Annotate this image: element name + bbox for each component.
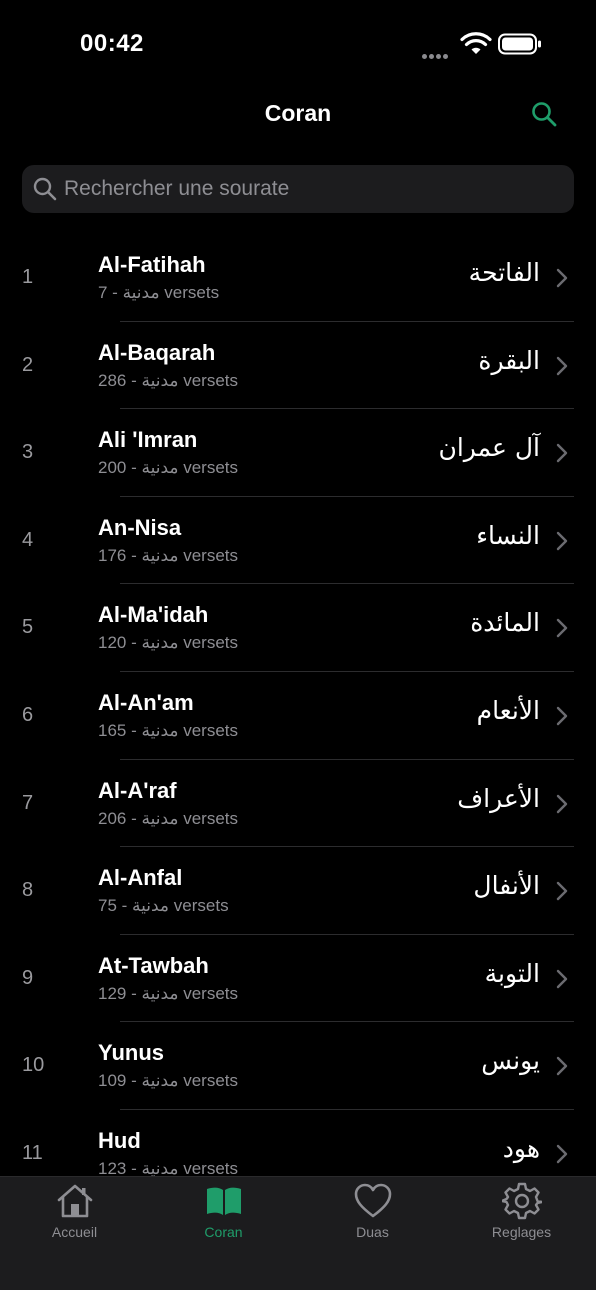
tab-label: Accueil: [51, 1224, 98, 1240]
chevron-right-icon: [556, 1057, 568, 1076]
surah-number: 2: [22, 353, 34, 376]
surah-row[interactable]: 11 Hud 123 - مدنية versets هود: [0, 1110, 596, 1176]
surah-row[interactable]: 3 Ali 'Imran 200 - مدنية versets آل عمران: [0, 409, 596, 497]
tab-bar: Accueil Coran Duas Reglages: [0, 1176, 596, 1290]
tab-coran[interactable]: Coran: [149, 1177, 298, 1290]
surah-name: Al-Anfal: [98, 865, 183, 891]
surah-name: Al-Ma'idah: [98, 602, 209, 628]
surah-verse-count: 109 - مدنية versets: [98, 1071, 239, 1091]
surah-verse-count: 286 - مدنية versets: [98, 370, 239, 390]
chevron-right-icon: [556, 794, 568, 813]
chevron-right-icon: [556, 356, 568, 375]
surah-arabic-name: الأعراف: [457, 783, 540, 813]
surah-row[interactable]: 1 Al-Fatihah 7 - مدنية versets الفاتحة: [0, 234, 596, 322]
chevron-right-icon: [556, 443, 568, 463]
surah-list: 1 Al-Fatihah 7 - مدنية versets الفاتحة 2 Al-B…: [0, 234, 596, 1176]
home-icon: [57, 1184, 92, 1218]
surah-arabic-name: الأنفال: [473, 871, 540, 901]
surah-name: Hud: [98, 1127, 141, 1153]
surah-number: 11: [22, 1141, 43, 1164]
surah-name: Yunus: [98, 1040, 165, 1066]
tab-duas[interactable]: Duas: [298, 1177, 447, 1290]
chevron-right-icon: [556, 268, 568, 288]
tab-reglages[interactable]: Reglages: [447, 1177, 596, 1290]
surah-row[interactable]: 10 Yunus 109 - مدنية versets يونس: [0, 1022, 596, 1110]
wifi-icon: [460, 32, 492, 54]
surah-number: 7: [22, 791, 34, 814]
surah-number: 5: [22, 616, 34, 639]
surah-arabic-name: الفاتحة: [468, 258, 540, 287]
surah-arabic-name: يونس: [481, 1046, 540, 1076]
gear-icon: [501, 1182, 542, 1220]
search-icon[interactable]: [530, 100, 558, 128]
surah-row[interactable]: 2 Al-Baqarah 286 - مدنية versets البقرة: [0, 322, 596, 410]
surah-name: Al-Baqarah: [98, 339, 216, 365]
search-input[interactable]: [64, 177, 574, 201]
status-bar: 00:42: [0, 0, 596, 90]
surah-name: Ali 'Imran: [98, 427, 198, 453]
surah-row[interactable]: 6 Al-An'am 165 - مدنية versets الأنعام: [0, 672, 596, 760]
surah-name: Al-Fatihah: [98, 252, 206, 277]
surah-arabic-name: هود: [502, 1133, 540, 1163]
surah-verse-count: 120 - مدنية versets: [98, 633, 239, 653]
surah-name: At-Tawbah: [98, 952, 209, 978]
surah-row[interactable]: 5 Al-Ma'idah 120 - مدنية versets المائدة: [0, 584, 596, 672]
page-title: Coran: [264, 100, 332, 126]
surah-number: 1: [22, 266, 34, 288]
surah-number: 10: [22, 1054, 45, 1077]
heart-icon: [354, 1183, 391, 1218]
surah-number: 6: [22, 703, 34, 726]
surah-arabic-name: الأنعام: [476, 695, 540, 725]
surah-number: 3: [22, 441, 34, 464]
status-time: 00:42: [80, 30, 144, 57]
chevron-right-icon: [556, 969, 568, 988]
surah-row[interactable]: 7 Al-A'raf 206 - مدنية versets الأعراف: [0, 760, 596, 848]
surah-name: An-Nisa: [98, 514, 182, 540]
surah-verse-count: 206 - مدنية versets: [98, 808, 239, 828]
surah-verse-count: 7 - مدنية versets: [98, 283, 220, 302]
surah-verse-count: 75 - مدنية versets: [98, 896, 229, 916]
surah-row[interactable]: 9 At-Tawbah 129 - مدنية versets التوبة: [0, 935, 596, 1023]
book-icon: [206, 1187, 241, 1215]
chevron-right-icon: [556, 531, 568, 550]
surah-verse-count: 176 - مدنية versets: [98, 545, 239, 565]
tab-label: Duas: [356, 1224, 389, 1240]
navigation-bar: Coran: [0, 90, 596, 138]
tab-label: Reglages: [491, 1224, 552, 1240]
tab-accueil[interactable]: Accueil: [0, 1177, 149, 1290]
tab-label: Coran: [204, 1224, 243, 1240]
surah-arabic-name: المائدة: [470, 608, 540, 638]
surah-number: 9: [22, 966, 34, 989]
app-screen: 00:42 Coran 1Al-Fatihah7 - مدنية ve: [0, 0, 596, 1290]
surah-verse-count: 165 - مدنية versets: [98, 720, 239, 740]
chevron-right-icon: [556, 706, 568, 726]
surah-arabic-name: التوبة: [484, 958, 540, 988]
surah-number: 4: [22, 528, 34, 551]
cellular-signal-icon: [422, 46, 454, 59]
surah-name: Al-An'am: [98, 689, 194, 715]
search-bar: [22, 165, 574, 213]
battery-icon: [498, 33, 541, 55]
surah-verse-count: 200 - مدنية versets: [98, 458, 239, 478]
surah-row[interactable]: 4 An-Nisa 176 - مدنية versets النساء: [0, 497, 596, 585]
surah-arabic-name: النساء: [476, 520, 540, 550]
surah-verse-count: 123 - مدنية versets: [98, 1158, 239, 1176]
magnifier-icon: [33, 177, 57, 201]
surah-arabic-name: البقرة: [478, 345, 540, 375]
surah-number: 8: [22, 879, 34, 902]
surah-verse-count: 129 - مدنية versets: [98, 983, 239, 1003]
chevron-right-icon: [556, 881, 568, 901]
surah-name: Al-A'raf: [98, 777, 177, 803]
surah-row[interactable]: 8 Al-Anfal 75 - مدنية versets الأنفال: [0, 847, 596, 935]
chevron-right-icon: [556, 1144, 568, 1164]
chevron-right-icon: [556, 619, 568, 638]
surah-arabic-name: آل عمران: [438, 433, 540, 463]
